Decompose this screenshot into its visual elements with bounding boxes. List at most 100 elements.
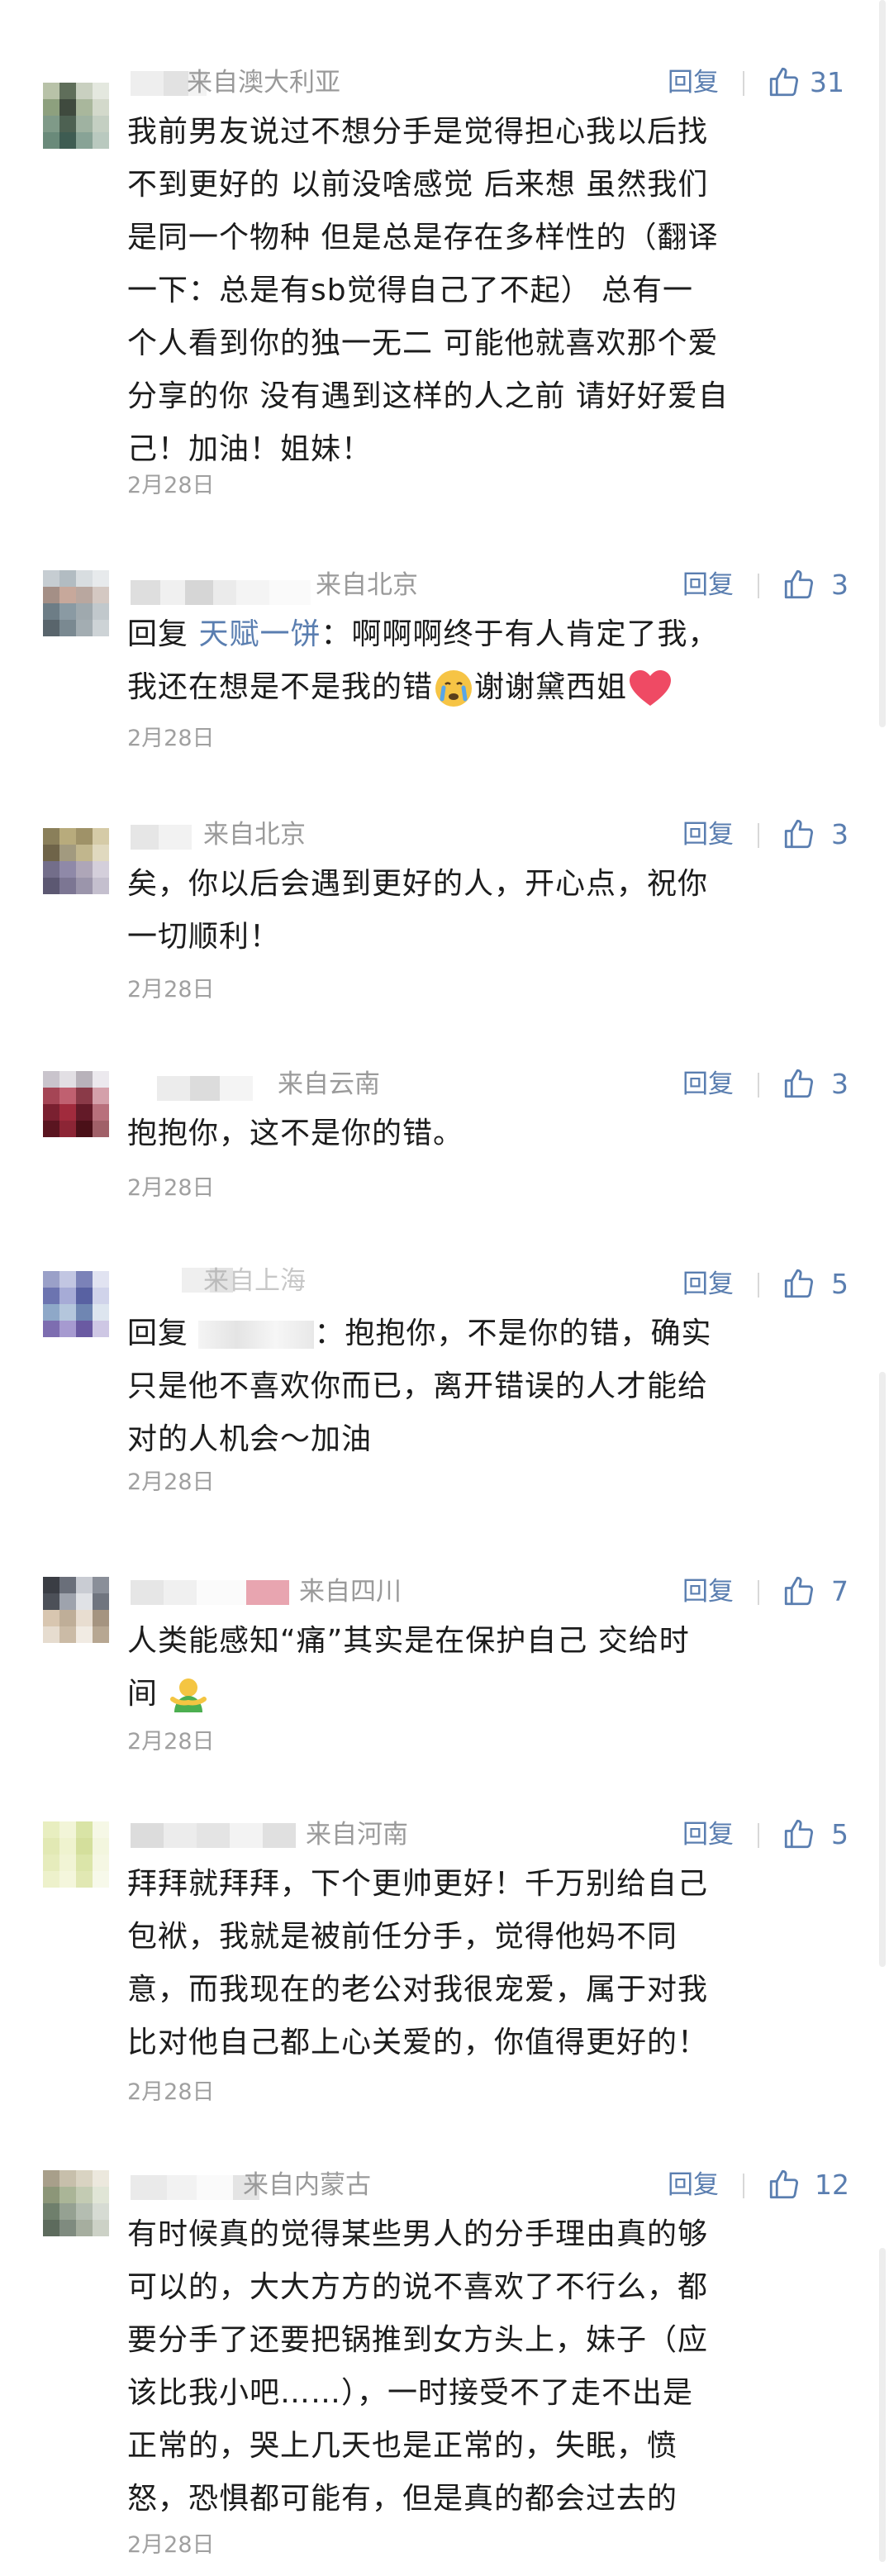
- thumbs-up-icon[interactable]: [782, 817, 816, 851]
- comment-text: 抱抱你，这不是你的错。: [127, 1107, 838, 1160]
- scrollbar-track[interactable]: [879, 0, 886, 727]
- comment-date: 2月28日: [127, 977, 215, 1002]
- comment-line: 有时候真的觉得某些男人的分手理由真的够: [127, 2217, 709, 2251]
- comment-text: 回复 ：抱抱你，不是你的错，确实 只是他不喜欢你而已，离开错误的人才能给 对的人…: [127, 1307, 838, 1466]
- reply-mention[interactable]: 天赋一饼: [198, 617, 321, 651]
- thumbs-up-icon[interactable]: [767, 64, 801, 99]
- comment-line: 该比我小吧……），一时接受不了走不出是: [127, 2376, 694, 2410]
- reply-button[interactable]: 回复: [682, 1575, 734, 1608]
- comment-date: 2月28日: [127, 726, 215, 751]
- comment-location: 来自四川: [299, 1577, 402, 1607]
- comment-text: 矣，你以后会遇到更好的人，开心点，祝你 一切顺利！: [127, 858, 838, 964]
- thumbs-up-icon[interactable]: [782, 1266, 816, 1301]
- comment-line: 人类能感知“痛”其实是在保护自己 交给时: [127, 1624, 690, 1658]
- comment-line: 要分手了还要把锅推到女方头上，妹子（应: [127, 2323, 709, 2357]
- reply-mention-blurred[interactable]: [198, 1321, 315, 1349]
- comment-date: 2月28日: [127, 2532, 215, 2558]
- reply-button[interactable]: 回复: [682, 569, 734, 602]
- comment-line-part: 我还在想是不是我的错: [127, 670, 434, 704]
- comment-line: 矣，你以后会遇到更好的人，开心点，祝你: [127, 867, 709, 901]
- comment-text: 有时候真的觉得某些男人的分手理由真的够 可以的，大大方方的说不喜欢了不行么，都 …: [127, 2208, 838, 2526]
- like-count: 3: [831, 818, 849, 850]
- avatar[interactable]: [43, 570, 109, 636]
- divider: [743, 2174, 744, 2198]
- comment-text: 人类能感知“痛”其实是在保护自己 交给时 间: [127, 1615, 838, 1721]
- comment-line: 意，而我现在的老公对我很宠爱，属于对我: [127, 1973, 709, 2007]
- divider: [758, 1580, 759, 1605]
- comment-line: 分享的你 没有遇到这样的人之前 请好好爱自: [127, 379, 729, 413]
- avatar[interactable]: [43, 1577, 109, 1643]
- divider: [758, 574, 759, 598]
- thumbs-up-icon[interactable]: [782, 1817, 816, 1851]
- reply-button[interactable]: 回复: [668, 66, 719, 99]
- reply-button[interactable]: 回复: [668, 2169, 719, 2202]
- username-blurred[interactable]: [131, 1580, 289, 1605]
- reply-button[interactable]: 回复: [682, 1268, 734, 1301]
- comment-line: 我前男友说过不想分手是觉得担心我以后找: [127, 115, 709, 149]
- username-blurred[interactable]: [157, 1076, 253, 1101]
- scrollbar-segment[interactable]: [879, 2248, 886, 2562]
- thumbs-up-icon[interactable]: [782, 1574, 816, 1608]
- comment-location: 来自北京: [203, 820, 306, 850]
- like-count: 31: [810, 66, 844, 98]
- comment-line: 回复 天赋一饼：啊啊啊终于有人肯定了我，: [127, 608, 838, 661]
- reply-prefix: 回复: [127, 1317, 199, 1350]
- comment-line: 回复 ：抱抱你，不是你的错，确实: [127, 1307, 838, 1360]
- scrollbar-segment[interactable]: [879, 1372, 886, 1967]
- username-blurred[interactable]: [131, 1823, 296, 1848]
- comment-location: 来自河南: [306, 1820, 408, 1850]
- comment-date: 2月28日: [127, 2079, 215, 2105]
- comment-line: 比对他自己都上心关爱的，你值得更好的！: [127, 2026, 709, 2059]
- thumbs-up-icon[interactable]: [782, 1066, 816, 1101]
- like-count: 5: [831, 1818, 849, 1850]
- comment-text: 拜拜就拜拜，下个更帅更好！千万别给自己 包袱，我就是被前任分手，觉得他妈不同 意…: [127, 1858, 838, 2069]
- comment-line: 我还在想是不是我的错 谢谢黛西姐: [127, 661, 838, 714]
- thumbs-up-icon[interactable]: [782, 567, 816, 602]
- thumbs-up-icon[interactable]: [767, 2167, 801, 2202]
- comment-line: 间: [127, 1668, 838, 1721]
- avatar[interactable]: [43, 83, 109, 149]
- comment-line: 个人看到你的独一无二 可能他就喜欢那个爱: [127, 326, 719, 360]
- crying-face-icon: [435, 670, 473, 707]
- like-count: 12: [815, 2169, 849, 2201]
- avatar[interactable]: [43, 1271, 109, 1337]
- comment-location: 来自澳大利亚: [187, 68, 340, 98]
- divider: [758, 1073, 759, 1098]
- comment-text: 我前男友说过不想分手是觉得担心我以后找 不到更好的 以前没啥感觉 后来想 虽然我…: [127, 106, 838, 476]
- avatar[interactable]: [43, 2170, 109, 2236]
- comment-date: 2月28日: [127, 1175, 215, 1201]
- comment-line: 对的人机会～加油: [127, 1422, 373, 1456]
- avatar[interactable]: [43, 828, 109, 894]
- username-blurred[interactable]: [131, 2175, 259, 2200]
- comment-date: 2月28日: [127, 1469, 215, 1495]
- comment-line: 可以的，大大方方的说不喜欢了不行么，都: [127, 2270, 709, 2304]
- comment-line-part: 谢谢黛西姐: [474, 670, 628, 704]
- reply-button[interactable]: 回复: [682, 818, 734, 851]
- avatar[interactable]: [43, 1821, 109, 1888]
- like-count: 7: [831, 1575, 849, 1607]
- avatar[interactable]: [43, 1071, 109, 1137]
- comment-line: 一切顺利！: [127, 920, 281, 954]
- red-heart-icon: [630, 670, 672, 706]
- comment-line-rest: ：抱抱你，不是你的错，确实: [314, 1317, 712, 1350]
- username-blurred[interactable]: [131, 825, 192, 850]
- comment-line: 抱抱你，这不是你的错。: [127, 1117, 464, 1150]
- comment-line: 己！加油！姐妹！: [127, 432, 373, 466]
- like-count: 3: [831, 569, 849, 601]
- divider: [758, 1273, 759, 1298]
- username-blurred[interactable]: [131, 580, 311, 605]
- comment-line: 是同一个物种 但是总是存在多样性的（翻译: [127, 221, 719, 255]
- like-count: 5: [831, 1268, 849, 1300]
- reply-button[interactable]: 回复: [682, 1068, 734, 1101]
- reply-button[interactable]: 回复: [682, 1818, 734, 1851]
- comment-line: 正常的，哭上几天也是正常的，失眠，愤: [127, 2429, 678, 2463]
- comment-date: 2月28日: [127, 473, 215, 498]
- comment-location: 来自内蒙古: [243, 2170, 371, 2200]
- comment-line-rest: ：啊啊啊终于有人肯定了我，: [321, 617, 719, 651]
- divider: [758, 823, 759, 848]
- divider: [743, 71, 744, 96]
- comment-location: 来自上海: [203, 1266, 306, 1296]
- reply-prefix: 回复: [127, 617, 199, 651]
- comment-line: 包袱，我就是被前任分手，觉得他妈不同: [127, 1920, 678, 1954]
- comment-line: 拜拜就拜拜，下个更帅更好！千万别给自己: [127, 1867, 709, 1901]
